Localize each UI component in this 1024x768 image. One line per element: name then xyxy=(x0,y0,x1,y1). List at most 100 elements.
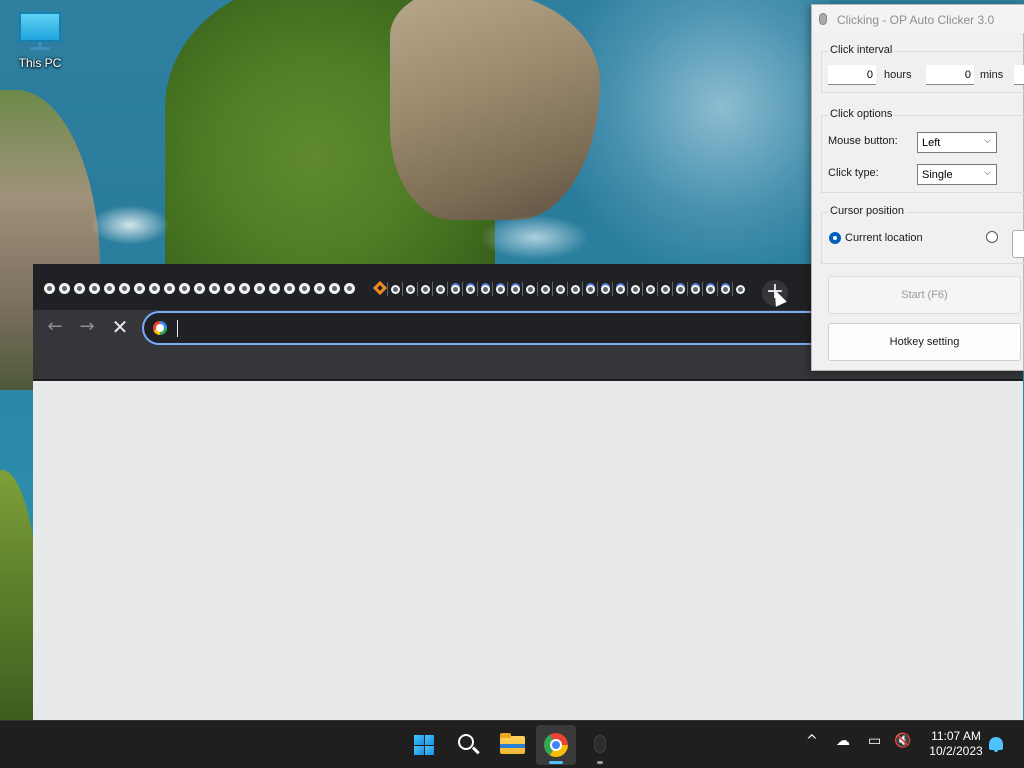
chrome-favicon-icon[interactable] xyxy=(676,285,685,294)
hotkey-setting-button[interactable]: Hotkey setting xyxy=(828,323,1021,361)
orange-diamond-favicon-icon[interactable] xyxy=(372,280,388,296)
click-type-select[interactable]: Single ⌵ xyxy=(917,164,997,185)
tab-separator xyxy=(507,282,508,296)
address-input[interactable] xyxy=(182,317,822,339)
chrome-favicon-icon[interactable] xyxy=(149,283,160,294)
chrome-favicon-icon[interactable] xyxy=(571,285,580,294)
desktop-icon-this-pc[interactable]: This PC xyxy=(10,10,70,76)
chrome-favicon-icon[interactable] xyxy=(691,285,700,294)
desktop-icon-label: This PC xyxy=(18,56,62,70)
chrome-favicon-icon[interactable] xyxy=(646,285,655,294)
pick-location-radio[interactable] xyxy=(986,231,998,243)
chrome-favicon-icon[interactable] xyxy=(601,285,610,294)
chrome-favicon-icon[interactable] xyxy=(269,283,280,294)
omnibox[interactable] xyxy=(142,311,842,345)
chrome-favicon-icon[interactable] xyxy=(526,285,535,294)
bell-icon[interactable] xyxy=(989,737,1003,752)
chrome-favicon-icon[interactable] xyxy=(541,285,550,294)
chrome-favicon-icon[interactable] xyxy=(631,285,640,294)
secs-field[interactable] xyxy=(1014,65,1024,85)
rock-face xyxy=(390,0,600,220)
chrome-favicon-icon[interactable] xyxy=(329,283,340,294)
current-location-label: Current location xyxy=(845,232,923,244)
chrome-favicon-icon[interactable] xyxy=(299,283,310,294)
onedrive-icon[interactable]: ☁ xyxy=(836,733,850,749)
tab-separator xyxy=(537,282,538,296)
mouse-icon xyxy=(819,13,827,25)
chrome-favicon-icon[interactable] xyxy=(466,285,475,294)
chrome-favicon-icon[interactable] xyxy=(74,283,85,294)
tab-separator xyxy=(522,282,523,296)
chrome-favicon-icon[interactable] xyxy=(344,283,355,294)
chrome-favicon-icon[interactable] xyxy=(406,285,415,294)
chrome-favicon-icon[interactable] xyxy=(164,283,175,294)
chrome-favicon-icon[interactable] xyxy=(391,285,400,294)
chrome-favicon-icon[interactable] xyxy=(616,285,625,294)
mouse-button-select[interactable]: Left ⌵ xyxy=(917,132,997,153)
chrome-favicon-icon[interactable] xyxy=(194,283,205,294)
windows-start-icon xyxy=(414,735,434,755)
pick-location-button[interactable]: P xyxy=(1012,230,1024,258)
search-button[interactable] xyxy=(448,725,488,765)
tab-separator xyxy=(387,282,388,296)
show-hidden-icons-chevron-icon[interactable]: ^ xyxy=(806,733,818,749)
text-caret xyxy=(177,320,178,337)
chrome-favicon-icon[interactable] xyxy=(209,283,220,294)
start-button[interactable]: Start (F6) xyxy=(828,276,1021,314)
tab-separator xyxy=(657,282,658,296)
chrome-favicon-icon[interactable] xyxy=(119,283,130,294)
chrome-favicon-icon[interactable] xyxy=(481,285,490,294)
chrome-favicon-icon[interactable] xyxy=(134,283,145,294)
forward-button[interactable]: → xyxy=(75,316,99,340)
chrome-favicon-icon[interactable] xyxy=(89,283,100,294)
file-explorer-button[interactable] xyxy=(492,725,532,765)
chrome-favicon-icon[interactable] xyxy=(586,285,595,294)
chrome-favicon-icon[interactable] xyxy=(104,283,115,294)
clicker-titlebar[interactable]: Clicking - OP Auto Clicker 3.0 xyxy=(812,5,1024,33)
chrome-favicon-icon[interactable] xyxy=(254,283,265,294)
this-pc-icon xyxy=(19,12,61,42)
chevron-down-icon: ⌵ xyxy=(984,168,991,178)
page-content[interactable] xyxy=(33,381,1023,720)
chrome-favicon-icon[interactable] xyxy=(59,283,70,294)
chrome-favicon-icon[interactable] xyxy=(436,285,445,294)
chrome-favicon-icon[interactable] xyxy=(511,285,520,294)
chrome-favicon-icon[interactable] xyxy=(451,285,460,294)
mins-label: mins xyxy=(980,69,1004,81)
chrome-favicon-icon[interactable] xyxy=(239,283,250,294)
chrome-favicon-icon[interactable] xyxy=(421,285,430,294)
mouse-button-label: Mouse button: xyxy=(828,135,898,147)
chrome-favicon-icon[interactable] xyxy=(224,283,235,294)
hours-label: hours xyxy=(884,69,912,81)
chrome-favicon-icon[interactable] xyxy=(496,285,505,294)
volume-muted-icon[interactable]: 🔇 xyxy=(894,733,911,749)
chrome-taskbar-button[interactable] xyxy=(536,725,576,765)
chrome-favicon-icon[interactable] xyxy=(179,283,190,294)
chrome-favicon-icon[interactable] xyxy=(284,283,295,294)
current-location-radio[interactable] xyxy=(829,232,841,244)
group-label: Click options xyxy=(828,108,895,120)
clock[interactable]: 11:07 AM 10/2/2023 xyxy=(918,729,994,759)
auto-clicker-taskbar-button[interactable] xyxy=(580,725,620,765)
start-button[interactable] xyxy=(404,725,444,765)
chrome-favicon-icon[interactable] xyxy=(721,285,730,294)
chrome-favicon-icon[interactable] xyxy=(44,283,55,294)
chrome-favicon-icon[interactable] xyxy=(736,285,745,294)
tab-separator xyxy=(732,282,733,296)
tab-separator xyxy=(627,282,628,296)
wave-foam xyxy=(90,205,170,245)
tab-separator xyxy=(717,282,718,296)
tab-separator xyxy=(582,282,583,296)
search-icon xyxy=(458,734,474,750)
chrome-favicon-icon[interactable] xyxy=(706,285,715,294)
chrome-favicon-icon[interactable] xyxy=(314,283,325,294)
hours-field[interactable] xyxy=(828,65,876,85)
chrome-favicon-icon[interactable] xyxy=(556,285,565,294)
chevron-down-icon: ⌵ xyxy=(984,136,991,146)
mins-field[interactable] xyxy=(926,65,974,85)
stop-button[interactable]: ✕ xyxy=(108,316,132,340)
chrome-favicon-icon[interactable] xyxy=(661,285,670,294)
network-icon[interactable]: ▭ xyxy=(868,733,881,749)
back-button[interactable]: ← xyxy=(43,316,67,340)
mouse-button-value: Left xyxy=(922,137,941,149)
